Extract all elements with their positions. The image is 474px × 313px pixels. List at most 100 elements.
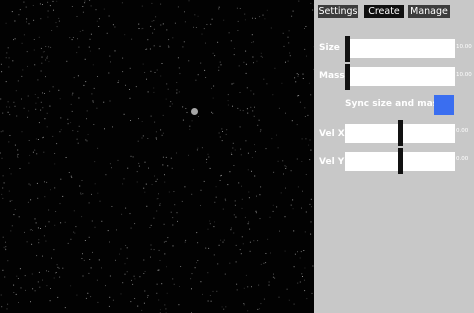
- star: [273, 171, 275, 173]
- star: [293, 266, 295, 268]
- star: [101, 267, 102, 269]
- star: [84, 2, 86, 4]
- star: [239, 8, 241, 9]
- simulation-canvas[interactable]: [0, 0, 314, 313]
- star: [153, 91, 155, 93]
- star: [151, 20, 153, 22]
- star: [179, 286, 180, 287]
- star: [36, 255, 38, 257]
- vel-y-slider-handle[interactable]: [397, 148, 403, 174]
- mass-slider-handle[interactable]: [345, 64, 350, 90]
- star: [149, 227, 151, 228]
- star: [206, 24, 208, 25]
- vel-x-label: Vel X: [319, 129, 345, 139]
- star: [284, 165, 286, 167]
- star: [17, 157, 19, 158]
- star: [98, 48, 100, 50]
- star: [153, 249, 155, 251]
- mass-slider[interactable]: [345, 67, 455, 86]
- star: [5, 22, 7, 24]
- star: [17, 153, 19, 155]
- star: [79, 185, 81, 187]
- star: [294, 253, 296, 255]
- star: [37, 97, 39, 99]
- star: [76, 16, 78, 17]
- star: [297, 95, 299, 97]
- star: [208, 156, 210, 158]
- star: [173, 191, 175, 192]
- star: [27, 116, 28, 118]
- star: [196, 232, 198, 234]
- star: [137, 305, 139, 307]
- star: [143, 302, 145, 304]
- star: [103, 101, 105, 103]
- star: [90, 296, 92, 298]
- star: [197, 242, 199, 244]
- star: [24, 231, 25, 233]
- mass-label: Mass: [319, 71, 345, 81]
- star: [147, 295, 149, 297]
- star: [28, 140, 30, 141]
- star: [249, 250, 251, 252]
- star: [167, 165, 169, 167]
- tab-manage[interactable]: Manage: [408, 5, 450, 18]
- star: [144, 271, 146, 272]
- star: [123, 178, 125, 180]
- star: [40, 18, 42, 20]
- star: [92, 251, 93, 253]
- star: [20, 287, 22, 289]
- star: [166, 83, 168, 85]
- star: [219, 61, 221, 63]
- star: [273, 273, 274, 275]
- star: [252, 17, 253, 19]
- star: [5, 81, 7, 83]
- star: [120, 248, 122, 250]
- star: [62, 267, 64, 269]
- star: [296, 158, 298, 160]
- star: [276, 206, 278, 208]
- star: [227, 104, 229, 106]
- star: [38, 242, 40, 244]
- size-slider-handle[interactable]: [345, 36, 350, 62]
- sync-size-mass-toggle[interactable]: [434, 95, 454, 115]
- star: [32, 230, 33, 231]
- star: [44, 181, 45, 183]
- star: [270, 252, 271, 254]
- tab-create[interactable]: Create: [364, 5, 404, 18]
- star: [289, 55, 291, 57]
- star: [174, 22, 176, 24]
- star: [177, 6, 179, 8]
- star: [54, 163, 56, 165]
- star: [52, 135, 54, 137]
- star: [230, 40, 232, 42]
- celestial-body[interactable]: [191, 108, 198, 115]
- vel-x-slider-handle[interactable]: [397, 120, 403, 146]
- star: [168, 39, 170, 41]
- star: [268, 281, 270, 283]
- star: [31, 243, 33, 245]
- star: [299, 257, 301, 259]
- star: [228, 32, 230, 34]
- star: [53, 9, 54, 11]
- star: [37, 79, 39, 81]
- star: [41, 62, 43, 64]
- mass-value: 10.00: [456, 72, 472, 78]
- star: [5, 241, 6, 243]
- star: [58, 17, 60, 19]
- star: [2, 175, 4, 177]
- star: [86, 110, 88, 112]
- size-slider[interactable]: [345, 39, 455, 58]
- star: [17, 155, 18, 157]
- star: [55, 211, 57, 212]
- star: [239, 109, 241, 111]
- star: [7, 303, 9, 305]
- star: [89, 38, 91, 40]
- star: [134, 278, 136, 280]
- star: [53, 249, 55, 251]
- star: [124, 34, 126, 36]
- tab-settings[interactable]: Settings: [318, 5, 358, 18]
- star: [220, 64, 222, 66]
- star: [42, 137, 44, 139]
- star: [169, 105, 171, 107]
- star: [114, 50, 116, 52]
